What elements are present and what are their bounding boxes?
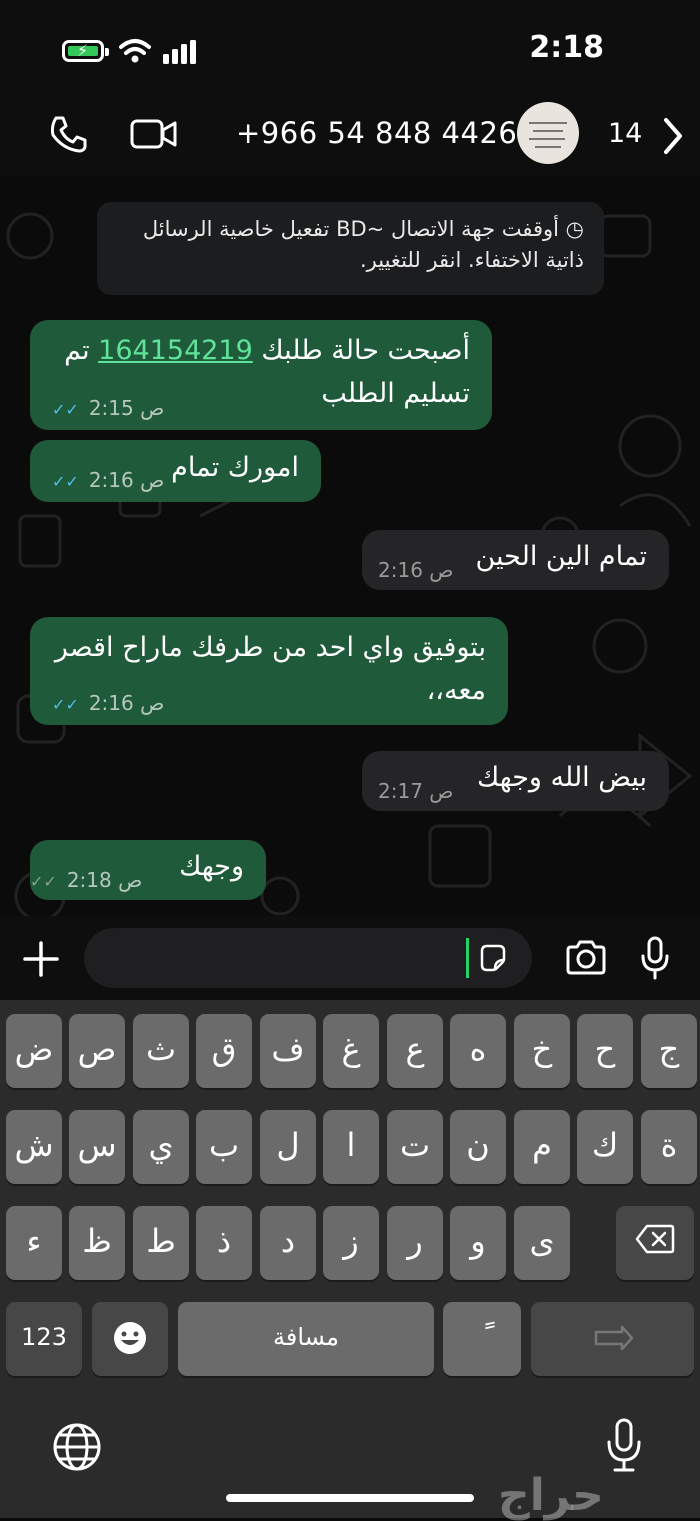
microphone-icon[interactable] (640, 936, 670, 980)
system-message-text: أوقفت جهة الاتصال ~BD تفعيل خاصية الرسائ… (142, 217, 584, 272)
text-cursor (466, 938, 469, 978)
message-bubble[interactable]: وجهك ✓✓ 2:18 ص (30, 840, 266, 900)
back-chevron-icon[interactable] (660, 116, 686, 156)
message-meta: ✓✓ 2:16 ص (52, 691, 164, 715)
message-text-line2: تسليم الطلب (321, 378, 470, 409)
message-meta: ✓✓ 2:16 ص (52, 468, 164, 492)
home-indicator (226, 1494, 474, 1502)
emoji-icon (114, 1322, 146, 1354)
message-text: وجهك (179, 851, 244, 882)
key[interactable]: ر (387, 1206, 443, 1280)
contact-name[interactable]: +966 54 848 4426 (236, 116, 517, 150)
key[interactable]: ص (69, 1014, 125, 1088)
message-text: بيض الله وجهك (477, 762, 647, 793)
key[interactable]: غ (323, 1014, 379, 1088)
key[interactable]: ً (443, 1302, 521, 1376)
camera-icon[interactable] (564, 940, 608, 976)
message-time: 2:16 ص (378, 558, 454, 582)
message-bubble[interactable]: امورك تمام ✓✓ 2:16 ص (30, 440, 321, 502)
key[interactable]: ت (387, 1110, 443, 1184)
key[interactable]: ج (641, 1014, 697, 1088)
status-time: 2:18 (529, 30, 604, 65)
key[interactable]: ض (6, 1014, 62, 1088)
message-time: 2:16 ص (88, 691, 165, 715)
read-receipt-icon: ✓✓ (52, 400, 85, 419)
delete-key[interactable] (616, 1206, 694, 1280)
return-icon (594, 1325, 633, 1351)
key[interactable]: ث (133, 1014, 189, 1088)
order-number-link[interactable]: 164154219 (98, 335, 253, 366)
message-bubble[interactable]: أصبحت حالة طلبك 164154219 تم تسليم الطلب… (30, 320, 492, 430)
message-time: 2:16 ص (88, 468, 165, 492)
key[interactable]: د (260, 1206, 316, 1280)
globe-icon[interactable] (52, 1422, 102, 1472)
watermark: حراج (498, 1470, 604, 1521)
video-call-icon[interactable] (130, 118, 178, 150)
read-receipt-icon: ✓✓ (52, 472, 85, 491)
system-message[interactable]: ◷ أوقفت جهة الاتصال ~BD تفعيل خاصية الرس… (97, 202, 604, 295)
key[interactable]: ف (260, 1014, 316, 1088)
status-bar: ⚡ 2:18 (0, 0, 700, 100)
key[interactable]: ع (387, 1014, 443, 1088)
key[interactable]: ن (450, 1110, 506, 1184)
key[interactable]: ز (323, 1206, 379, 1280)
key[interactable]: ش (6, 1110, 62, 1184)
message-text: بتوفيق واي احد من طرفك ماراح اقصر (54, 632, 486, 663)
key[interactable]: ك (577, 1110, 633, 1184)
space-key[interactable]: مسافة (178, 1302, 434, 1376)
key[interactable]: ح (577, 1014, 633, 1088)
message-bubble[interactable]: بيض الله وجهك 2:17 ص (362, 751, 669, 811)
key[interactable]: ى (514, 1206, 570, 1280)
key[interactable]: ل (260, 1110, 316, 1184)
message-text: امورك تمام (171, 452, 299, 483)
battery-charging-icon: ⚡ (62, 40, 109, 62)
message-input-bar (0, 916, 700, 1000)
key[interactable]: ط (133, 1206, 189, 1280)
avatar[interactable] (517, 102, 579, 164)
keyboard: ض ص ث ق ف غ ع ه خ ح ج ش س ي ب ل ا ت ن م … (0, 1000, 700, 1521)
message-time: 2:18 ص (66, 868, 143, 892)
key[interactable]: ظ (69, 1206, 125, 1280)
sticker-icon[interactable] (478, 943, 508, 973)
key[interactable]: خ (514, 1014, 570, 1088)
timer-icon: ◷ (559, 217, 584, 241)
chat-header: +966 54 848 4426 14 (0, 100, 700, 176)
message-text-line2: معه،، (426, 675, 486, 706)
wifi-icon (119, 39, 151, 63)
key[interactable]: ب (196, 1110, 252, 1184)
message-input[interactable] (84, 928, 532, 988)
key[interactable]: ق (196, 1014, 252, 1088)
delivered-receipt-icon: ✓✓ (30, 872, 63, 891)
key[interactable]: و (450, 1206, 506, 1280)
unread-count[interactable]: 14 (608, 118, 642, 149)
message-bubble[interactable]: بتوفيق واي احد من طرفك ماراح اقصر معه،، … (30, 617, 508, 725)
key[interactable]: ا (323, 1110, 379, 1184)
read-receipt-icon: ✓✓ (52, 695, 85, 714)
phone-icon[interactable] (48, 114, 88, 154)
key[interactable]: ه (450, 1014, 506, 1088)
return-key[interactable] (531, 1302, 694, 1376)
message-time: 2:15 ص (88, 396, 165, 420)
delete-icon (635, 1224, 675, 1254)
message-bubble[interactable]: تمام الين الحين 2:16 ص (362, 530, 669, 590)
key[interactable]: ة (641, 1110, 697, 1184)
message-text: تمام الين الحين (475, 541, 647, 572)
key[interactable]: س (69, 1110, 125, 1184)
key[interactable]: ي (133, 1110, 189, 1184)
message-meta: ✓✓ 2:15 ص (52, 396, 164, 420)
dictation-icon[interactable] (606, 1418, 642, 1474)
message-text: أصبحت حالة طلبك 164154219 تم (64, 335, 470, 366)
plus-icon[interactable] (22, 940, 60, 978)
key[interactable]: م (514, 1110, 570, 1184)
emoji-key[interactable] (92, 1302, 168, 1376)
message-time: 2:17 ص (378, 779, 454, 803)
message-meta: ✓✓ 2:18 ص (30, 868, 142, 892)
cellular-signal-icon (163, 40, 196, 64)
key[interactable]: ذ (196, 1206, 252, 1280)
key[interactable]: ء (6, 1206, 62, 1280)
numbers-key[interactable]: 123 (6, 1302, 82, 1376)
